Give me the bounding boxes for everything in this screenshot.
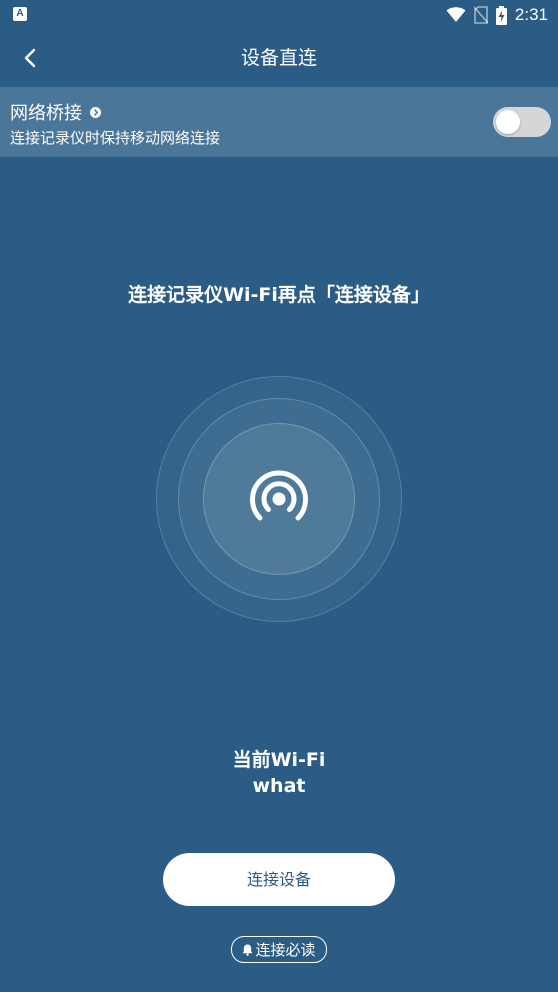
status-right: 2:31	[446, 3, 548, 27]
connect-instruction: 连接记录仪Wi-Fi再点「连接设备」	[128, 284, 430, 306]
app-notification-icon: A	[13, 7, 27, 21]
nav-bar: 设备直连	[0, 30, 558, 86]
bridge-toggle[interactable]	[493, 107, 551, 137]
chevron-right-icon	[93, 108, 98, 116]
bell-icon	[242, 944, 253, 956]
help-icon[interactable]	[90, 106, 101, 118]
no-sim-icon	[473, 6, 488, 24]
connect-device-button[interactable]: 连接设备	[163, 853, 395, 906]
chevron-left-icon	[24, 48, 36, 68]
status-time: 2:31	[514, 5, 548, 24]
current-wifi-label: 当前Wi-Fi	[232, 749, 326, 771]
bridge-title: 网络桥接	[10, 103, 82, 124]
battery-charging-icon	[495, 5, 507, 25]
hotspot-signal-icon	[250, 470, 308, 521]
wifi-signal-icon	[446, 7, 466, 22]
back-button[interactable]	[14, 42, 46, 74]
signal-radar	[156, 376, 402, 622]
must-read-button[interactable]: 连接必读	[231, 936, 327, 963]
current-wifi-name: what	[252, 775, 306, 797]
bridge-description: 连接记录仪时保持移动网络连接	[10, 129, 221, 147]
page-title: 设备直连	[240, 47, 317, 69]
must-read-label: 连接必读	[255, 941, 316, 959]
network-bridge-row: 网络桥接 连接记录仪时保持移动网络连接	[0, 87, 558, 157]
status-bar: A 2:31	[0, 0, 558, 30]
bridge-title-group: 网络桥接	[10, 99, 101, 125]
toggle-knob	[496, 110, 520, 134]
